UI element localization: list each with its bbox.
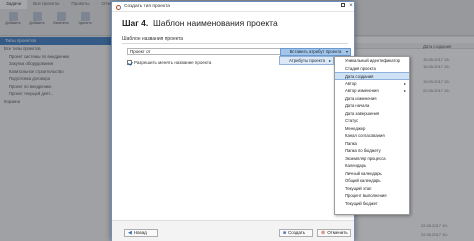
attribute-menu-item-label: Канал согласования — [345, 133, 385, 138]
dialog-footer: ◀ Назад ■ Создать ⊗ Отменить — [112, 220, 354, 241]
attribute-menu-item-label: Общий календарь — [345, 178, 381, 183]
cancel-icon: ⊗ — [321, 230, 326, 236]
attribute-menu-item[interactable]: Статус — [335, 117, 409, 125]
attribute-menu-item-label: Календарь — [345, 163, 367, 168]
attribute-menu-item[interactable]: Календарь — [335, 162, 409, 170]
cancel-label: Отменить — [327, 230, 348, 235]
attribute-menu-item-label: Процент выполнения — [345, 193, 387, 198]
attribute-menu-item-label: Папка — [345, 140, 357, 146]
step-number: Шаг 4. — [122, 18, 149, 28]
attribute-menu-item[interactable]: Дата начала — [335, 102, 409, 110]
close-icon[interactable]: × — [347, 3, 355, 10]
attribute-menu-item-label: Дата создания — [345, 74, 374, 79]
attribute-menu-item-label: Экземпляр процесса — [345, 155, 386, 161]
project-attributes-label: Атрибуты проекта — [289, 58, 326, 63]
attribute-menu-item-label: Менеджер — [345, 125, 366, 131]
attribute-menu-item[interactable]: Стадия проекта — [335, 65, 409, 73]
project-name-template-input[interactable]: Проект от — [127, 48, 288, 55]
attribute-menu-item-label: Автор — [345, 80, 357, 86]
dialog-title: Создать тип проекта — [124, 4, 170, 9]
app-logo-icon — [116, 4, 121, 10]
attribute-menu-item-label: Статус — [345, 118, 359, 123]
create-project-type-dialog: Создать тип проекта × Шаг 4. Шаблон наим… — [111, 1, 355, 241]
attribute-menu-item-label: Текущий бюджет — [345, 200, 378, 206]
section-divider — [122, 43, 348, 44]
checkbox-checked-icon[interactable] — [127, 60, 132, 65]
allow-rename-label: Разрешить менять название проекта — [134, 60, 212, 65]
attribute-menu-item[interactable]: Папка по бюджету — [335, 147, 409, 155]
attribute-menu-item-label: Личный календарь — [345, 170, 382, 176]
attribute-menu-item-label: Стадия проекта — [345, 65, 376, 71]
create-label: Создать — [288, 230, 306, 235]
chevron-right-icon: ▸ — [403, 88, 406, 93]
insert-attribute-button[interactable]: Вставить атрибут проекта ▾ — [280, 48, 351, 56]
attribute-menu-item[interactable]: Дата изменения — [335, 95, 409, 103]
project-attributes-menu-item[interactable]: Атрибуты проекта ▸ — [279, 56, 334, 65]
dialog-titlebar: Создать тип проекта × — [112, 2, 354, 12]
back-label: Назад — [133, 230, 147, 235]
attribute-menu-item[interactable]: Экземпляр процесса — [335, 155, 409, 163]
attribute-menu-item[interactable]: Текущий бюджет — [335, 200, 409, 208]
chevron-down-icon: ▾ — [345, 49, 348, 54]
cancel-button[interactable]: ⊗ Отменить — [317, 229, 351, 237]
step-heading: Шаг 4. Шаблон наименования проекта — [122, 18, 278, 28]
attribute-menu-item-label: Автор изменения — [345, 88, 379, 93]
section-label: Шаблон названия проекта — [122, 36, 184, 42]
attribute-menu-item-label: Текущий этап — [345, 185, 372, 191]
attribute-menu-item[interactable]: Текущий этап — [335, 185, 409, 193]
attribute-menu-item-label: Дата начала — [345, 103, 370, 108]
allow-rename-checkbox[interactable]: Разрешить менять название проекта — [127, 60, 211, 65]
attribute-menu-item[interactable]: Процент выполнения — [335, 192, 409, 200]
create-button[interactable]: ■ Создать — [279, 229, 313, 237]
attribute-menu-item[interactable]: Личный календарь — [335, 170, 409, 178]
attribute-menu-item[interactable]: Уникальный идентификатор — [335, 57, 409, 65]
attribute-menu-item[interactable]: Менеджер — [335, 125, 409, 133]
back-button[interactable]: ◀ Назад — [124, 229, 158, 237]
chevron-right-icon: ▸ — [403, 80, 406, 86]
attribute-menu-item[interactable]: Канал согласования — [335, 132, 409, 140]
attribute-menu-item[interactable]: Дата создания — [335, 72, 409, 80]
chevron-right-icon: ▸ — [328, 58, 331, 63]
attribute-dropdown: Уникальный идентификатор Стадия проекта Да… — [334, 56, 410, 215]
save-icon: ■ — [283, 230, 287, 236]
attribute-menu-item[interactable]: Общий календарь — [335, 177, 409, 185]
step-title: Шаблон наименования проекта — [153, 18, 278, 28]
maximize-icon[interactable] — [339, 3, 347, 10]
attribute-menu-item[interactable]: Дата завершения — [335, 110, 409, 118]
attribute-menu-item-label: Уникальный идентификатор — [345, 58, 400, 63]
attribute-menu-item-label: Дата изменения — [345, 95, 377, 101]
attribute-menu-item-label: Дата завершения — [345, 110, 380, 116]
attribute-menu-item[interactable]: Папка — [335, 140, 409, 148]
arrow-left-icon: ◀ — [128, 230, 132, 236]
attribute-menu-item[interactable]: Автор изменения ▸ — [335, 87, 409, 95]
attribute-menu-item-label: Папка по бюджету — [345, 148, 381, 153]
attribute-menu-item[interactable]: Автор ▸ — [335, 80, 409, 88]
insert-attribute-label: Вставить атрибут проекта — [289, 49, 342, 54]
